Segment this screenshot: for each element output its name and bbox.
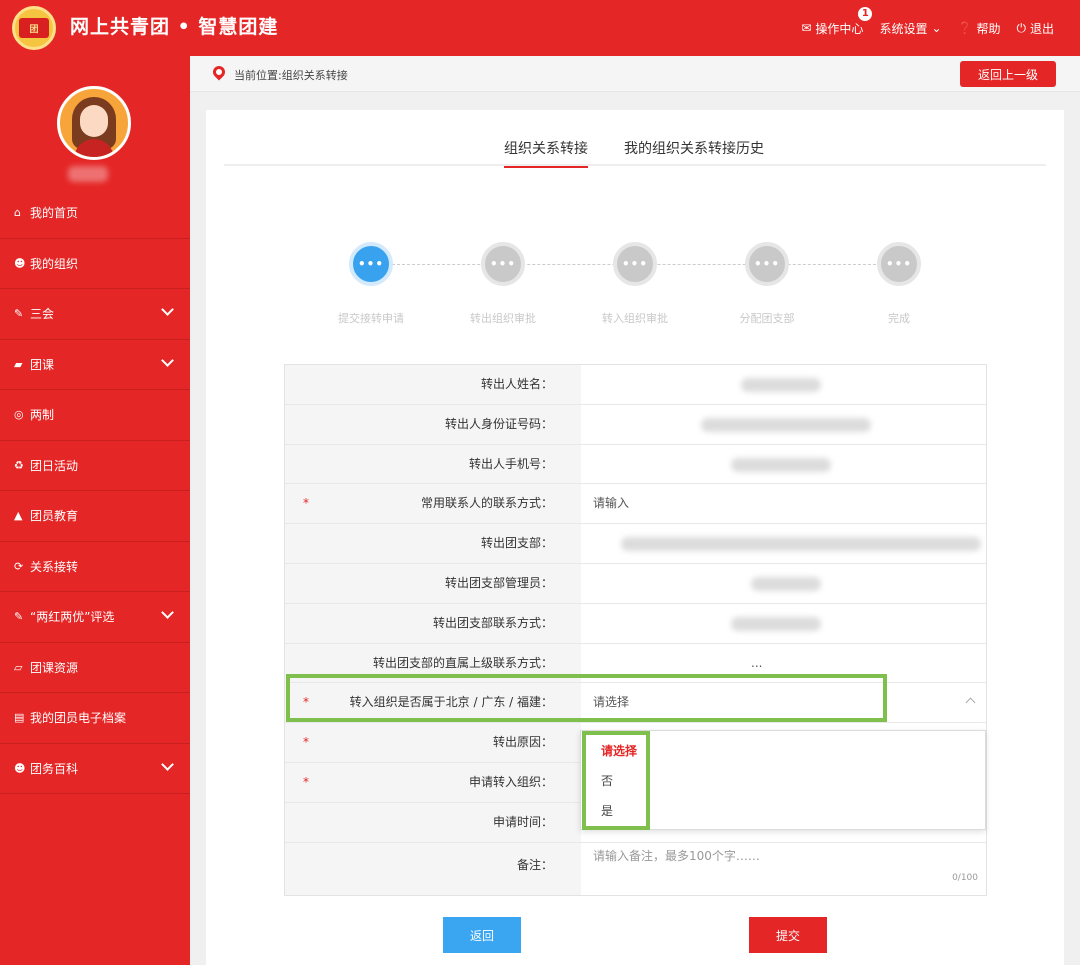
form-row-out-branch: 转出团支部： [285, 524, 986, 564]
system-settings-menu[interactable]: 系统设置 ⌄ [879, 20, 941, 37]
phone-field [581, 445, 986, 484]
name-field [581, 365, 986, 404]
breadcrumb-text: 当前位置:组织关系转接 [234, 69, 348, 82]
chevron-down-icon [161, 353, 174, 367]
sidebar-item-three-meetings[interactable]: ✎ 三会 [0, 289, 190, 340]
dropdown-option-no[interactable]: 否 [601, 772, 613, 789]
sidebar-item-wiki[interactable]: ☻ 团务百科 [0, 744, 190, 794]
target-icon: ◎ [14, 408, 24, 422]
notification-badge: 1 [857, 5, 874, 22]
folder-open-icon: ▱ [14, 660, 23, 674]
back-to-parent-button[interactable]: 返回上一级 [960, 61, 1056, 87]
sidebar-item-class-resources[interactable]: ▱ 团课资源 [0, 643, 190, 693]
username-blurred [68, 166, 108, 182]
step-3-indicator: ••• [613, 242, 657, 286]
chevron-down-icon [161, 606, 174, 619]
form-row-id: 转出人身份证号码： [285, 404, 986, 445]
sidebar-item-member-archive[interactable]: ▤ 我的团员电子档案 [0, 693, 190, 744]
file-icon: ▤ [14, 711, 25, 725]
operation-center-link[interactable]: ✉ 操作中心 1 [801, 5, 874, 37]
chevron-down-icon [161, 303, 174, 316]
out-branch-contact-field [581, 604, 986, 643]
back-button[interactable]: 返回 [443, 917, 521, 953]
form-row-out-admin: 转出团支部管理员： [285, 563, 986, 604]
users-icon: ☻ [14, 256, 26, 270]
step-1-label: 提交接转申请 [338, 312, 404, 325]
sidebar-item-member-education[interactable]: ▲ 团员教育 [0, 491, 190, 542]
superior-contact-field: ... [751, 655, 763, 670]
chevron-down-icon [161, 757, 174, 771]
help-link[interactable]: ❓ 帮助 [958, 20, 1001, 37]
sidebar-item-my-org[interactable]: ☻ 我的组织 [0, 239, 190, 289]
chevron-down-icon: ⌄ [931, 21, 942, 35]
step-5-indicator: ••• [877, 242, 921, 286]
sidebar-item-selection[interactable]: ✎ “两红两优”评选 [0, 592, 190, 643]
top-nav: ✉ 操作中心 1 系统设置 ⌄ ❓ 帮助 ⏻ 退出 [801, 0, 1054, 56]
form-row-name: 转出人姓名： [285, 365, 986, 405]
step-5-label: 完成 [888, 312, 910, 325]
form-row-region-select: * 转入组织是否属于北京 / 广东 / 福建： 请选择 [285, 683, 986, 724]
graduation-cap-icon: ▲ [14, 509, 23, 523]
sidebar-item-relation-transfer[interactable]: ⟳ 关系接转 [0, 542, 190, 592]
refresh-icon: ⟳ [14, 559, 24, 573]
step-2-label: 转出组织审批 [470, 312, 536, 325]
sidebar: ⌂ 我的首页 ☻ 我的组织 ✎ 三会 ▰ 团课 ◎ 两制 ♻ 团日活动 ▲ 团员教育 ⟳ 关系接… [0, 56, 190, 965]
region-dropdown-list: 请选择 否 是 [580, 730, 986, 830]
tab-org-transfer[interactable]: 组织关系转接 [504, 138, 588, 168]
dropdown-option-please-select[interactable]: 请选择 [601, 742, 637, 759]
sidebar-menu: ⌂ 我的首页 ☻ 我的组织 ✎ 三会 ▰ 团课 ◎ 两制 ♻ 团日活动 ▲ 团员教育 ⟳ 关系接… [0, 188, 190, 794]
step-4-indicator: ••• [745, 242, 789, 286]
submit-button[interactable]: 提交 [749, 917, 827, 953]
form-row-out-branch-contact: 转出团支部联系方式： [285, 603, 986, 644]
region-select[interactable]: 请选择 [581, 683, 986, 722]
folder-icon: ▰ [14, 357, 23, 371]
avatar[interactable] [57, 86, 131, 160]
contact-input[interactable]: 请输入 [581, 484, 986, 523]
recycle-icon: ♻ [14, 458, 24, 472]
users-icon: ☻ [14, 761, 26, 775]
main-panel: 组织关系转接 我的组织关系转接历史 ••• ••• ••• ••• ••• 提交… [206, 110, 1064, 965]
form-row-phone: 转出人手机号： [285, 444, 986, 485]
sidebar-item-league-class[interactable]: ▰ 团课 [0, 340, 190, 390]
tab-bar: 组织关系转接 我的组织关系转接历史 [224, 134, 1046, 168]
char-counter: 0/100 [952, 872, 978, 883]
sidebar-item-home[interactable]: ⌂ 我的首页 [0, 188, 190, 239]
sidebar-item-league-day[interactable]: ♻ 团日活动 [0, 441, 190, 491]
edit-icon: ✎ [14, 307, 24, 321]
step-4-label: 分配团支部 [739, 312, 795, 325]
form-row-superior-contact: 转出团支部的直属上级联系方式： ... [285, 643, 986, 684]
envelope-icon: ✉ [801, 21, 812, 35]
step-1-indicator: ••• [349, 242, 393, 286]
question-icon: ❓ [957, 21, 973, 35]
location-pin-icon [210, 63, 228, 81]
form-row-contact: * 常用联系人的联系方式： 请输入 [285, 484, 986, 525]
form-row-remark: 备注： 请输入备注，最多100个字…… 0/100 [285, 842, 986, 895]
remark-textarea[interactable]: 请输入备注，最多100个字…… 0/100 [581, 843, 986, 895]
out-branch-field [581, 524, 986, 563]
step-2-indicator: ••• [481, 242, 525, 286]
home-icon: ⌂ [14, 206, 21, 220]
power-icon: ⏻ [1016, 20, 1026, 35]
step-3-label: 转入组织审批 [602, 312, 668, 325]
sidebar-item-two-systems[interactable]: ◎ 两制 [0, 390, 190, 441]
app-title: 网上共青团 • 智慧团建 [70, 16, 279, 38]
league-logo-icon: 团 [12, 6, 56, 50]
logout-link[interactable]: ⏻ 退出 [1016, 20, 1054, 37]
top-header: 团 网上共青团 • 智慧团建 ✉ 操作中心 1 系统设置 ⌄ ❓ 帮助 ⏻ 退出 [0, 0, 1080, 56]
dropdown-option-yes[interactable]: 是 [601, 802, 613, 819]
out-admin-field [581, 564, 986, 603]
id-number-field [581, 405, 986, 444]
tab-transfer-history[interactable]: 我的组织关系转接历史 [624, 138, 764, 168]
chevron-up-icon [965, 697, 976, 708]
edit-icon: ✎ [14, 610, 24, 624]
breadcrumb: 当前位置:组织关系转接 返回上一级 [190, 56, 1080, 92]
